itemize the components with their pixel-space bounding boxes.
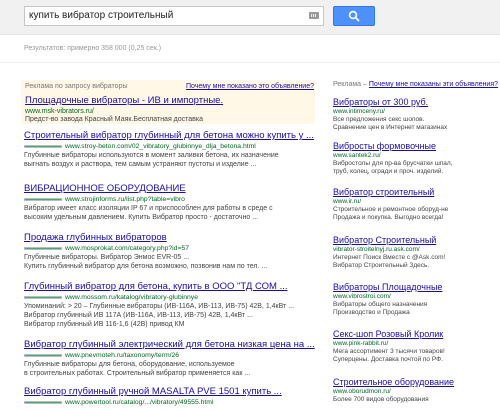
side-ad-desc: Производство и Продажа [333,309,410,316]
result-snippet: Глубинные вибраторы используются в момен… [24,152,279,159]
rating-bar [24,144,62,148]
side-ad: Строительное оборудование www.oborudmon.… [333,376,498,404]
side-ad-desc: Продажа и покупка. Выгодно всегда! [333,214,444,221]
side-ad-desc: Мега ассортимент 3 тысячи товаров! [333,348,445,355]
side-ad-url: vibrator-stroitelnyj.ru.ask.com/ [333,246,420,253]
result-snippet: высоким удельным давлением. Купить Вибра… [24,214,259,221]
rating-bar [24,353,62,357]
search-input[interactable]: купить вибратор строительный [24,6,324,26]
side-ad: Вибраторы от 300 руб. www.intimceny.ru/ … [333,96,498,132]
rating-bar [24,400,62,404]
result-snippet: Вибратор имеет класс изоляции IP 67 и пр… [24,205,273,212]
result-url: www.strojinforms.ru/list.php?table=vibro [24,195,314,204]
result-url: www.mossom.ru/katalog/vibratory-glubinny… [24,293,314,302]
side-ad-title-link[interactable]: Вибраторы от 300 руб. [333,96,498,108]
result-snippet: Упоминаний: > 20 – Глубинные вибраторы (… [24,303,295,310]
side-ad-title-link[interactable]: Секс-шоп Розовый Кролик [333,328,498,340]
result-snippet: Вибратор глубинный ИВ 117А (ИВ-116А, ИВ-… [24,312,253,319]
result-title-link[interactable]: Вибратор глубинный электрический для бет… [24,339,315,351]
divider [0,62,500,63]
result-url: www.powertool.ru/catalog/.../vibratory/4… [24,398,314,407]
side-ad-desc: Вибратор Строительный Здесь. [333,262,430,269]
result-url: www.pnevmoteh.ru/taxonomy/term/26 [24,351,314,360]
rating-bar [24,197,62,201]
side-ad-title-link[interactable]: Вибратор Строительный [333,234,498,246]
side-ad-url: www.santek2.ru/ [333,152,381,159]
result-title-link[interactable]: Продажа глубинных вибраторов [24,232,314,244]
top-ad: Реклама по запросу вибраторы Почему мне … [21,80,315,124]
result-title-link[interactable]: Вибратор глубинный ручной MASALTA PVE 15… [24,386,314,398]
side-ads-header: Реклама – Почему мне показаны эти объявл… [333,81,498,88]
ad-why-link[interactable]: Почему мне показано это объявление? [186,83,314,90]
result-snippet: Вибратор глубинный ИВ 116-1,6 (42В) прив… [24,321,185,328]
side-ad-desc: Строительное и ремонтное оборуд-не [333,206,449,213]
ad-title-link[interactable]: Площадочные вибраторы - ИВ и импортные. [25,95,223,106]
search-icon [348,10,360,22]
side-ad-desc: Более 700 видов оборудования [333,396,429,403]
result-snippet: Купить глубинный вибратор для бетона воз… [24,263,268,270]
side-ad-url: www.vibrostroi.com/ [333,293,391,300]
ad-description: Предст-во завода Красный Маяк.Бесплатная… [25,116,204,123]
result-snippet: Глубинные вибраторы. Вибратор Энмос EVR-… [24,254,190,261]
side-ad-desc: Сравнение цен в Интернет магазинах [333,124,448,131]
side-ad-title-link[interactable]: Вибратор строительный [333,186,498,198]
search-result: Глубинный вибратор для бетона, купить в … [24,281,314,329]
side-ad-title-link[interactable]: Вибросты формовочные [333,140,498,152]
result-title-link[interactable]: Глубинный вибратор для бетона, купить в … [24,281,314,293]
ad-header: Реклама по запросу вибраторы [25,83,128,90]
search-result: ВИБРАЦИОННОЕ ОБОРУДОВАНИЕ www.strojinfor… [24,183,314,222]
side-ad-desc: Интернет Поиск Вместе с @Ask.com! [333,254,446,261]
result-url: www.stroy-beton.com/02_vibratory_glubinn… [24,142,314,151]
side-ad-desc: Суперцены. Доставка почтой по РФ. [333,356,443,363]
side-ad-url: www.intimceny.ru/ [333,108,385,115]
rating-bar [24,246,62,250]
side-ad-title-link[interactable]: Вибраторы Площадочные [333,281,498,293]
side-ad: Вибратор Строительный vibrator-stroiteln… [333,234,498,270]
side-ad-url: www.ir.ru/ [333,198,362,205]
rating-bar [24,295,62,299]
side-ad-title-link[interactable]: Строительное оборудование [333,376,498,388]
search-result: Строительный вибратор глубинный для бето… [24,130,314,169]
side-ad-desc: Вибраторы общего назначения [333,301,428,308]
side-ad: Вибросты формовочные www.santek2.ru/ Виб… [333,140,498,176]
result-title-link[interactable]: ВИБРАЦИОННОЕ ОБОРУДОВАНИЕ [24,183,314,195]
result-title-link[interactable]: Строительный вибратор глубинный для бето… [24,130,314,142]
side-ad-desc: Вибростолы для пр-ва брусчатки шпал, [333,160,453,167]
result-url: www.mosprokat.com/category.php?id=57 [24,244,314,253]
side-ad-url: www.oborudmon.ru/ [333,388,391,395]
side-ad-desc: Все предложения секс шопов. [333,116,425,123]
search-result: Вибратор глубинный электрический для бет… [24,339,315,378]
side-ad: Вибраторы Площадочные www.vibrostroi.com… [333,281,498,317]
result-stats: Результатов: примерно 358 000 (0,25 сек.… [24,45,162,52]
search-result: Продажа глубинных вибраторов www.mosprok… [24,232,314,271]
keyboard-icon[interactable] [309,12,319,19]
search-result: Вибратор глубинный ручной MASALTA PVE 15… [24,386,314,407]
side-ad: Секс-шоп Розовый Кролик www.pink-rabbit.… [333,328,498,364]
search-query[interactable]: купить вибратор строительный [29,10,173,21]
search-button[interactable] [333,6,375,26]
top-bar: купить вибратор строительный [0,0,500,35]
side-ad-desc: труб, колец, огради и проч. изделий. [333,168,444,175]
ad-url: www.msk-vibrators.ru/ [25,108,94,115]
result-snippet: Глубинные вибраторы для бетона, оборудов… [24,361,235,368]
side-why-link[interactable]: Почему мне показаны эти объявления? [369,81,498,88]
side-ad: Вибратор строительный www.ir.ru/ Строите… [333,186,498,222]
result-snippet: выгнать воздух и раствора, тем самым уст… [24,161,257,168]
result-snippet: в строительных работах. Строительный виб… [24,370,251,377]
side-ads-label: Реклама – Почему мне показаны эти объявл… [333,81,499,88]
side-ad-url: www.pink-rabbit.ru/ [333,340,389,347]
